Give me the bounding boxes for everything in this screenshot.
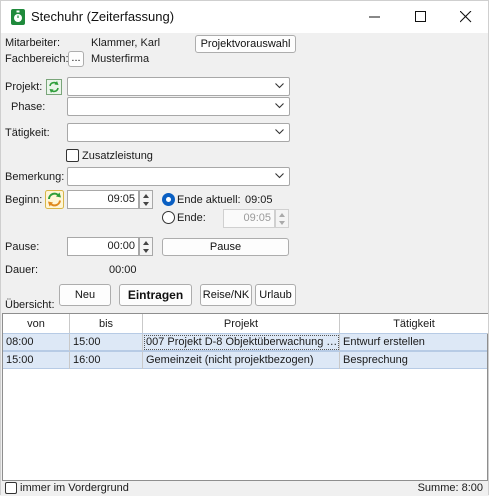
status-bar: immer im Vordergrund Summe: 8:00 — [1, 481, 488, 496]
eintragen-button[interactable]: Eintragen — [119, 284, 192, 306]
beginn-label: Beginn: — [5, 194, 43, 206]
beginn-time-spinner[interactable] — [139, 190, 153, 209]
column-header-bis[interactable]: bis — [70, 314, 143, 334]
projekt-combobox[interactable] — [67, 77, 290, 96]
mitarbeiter-value: Klammer, Karl — [91, 37, 161, 49]
projekt-label: Projekt: — [5, 81, 43, 93]
fachbereich-picker-button[interactable]: ... — [68, 51, 84, 67]
bemerkung-label: Bemerkung: — [5, 171, 65, 183]
dauer-value: 00:00 — [109, 264, 137, 276]
neu-button[interactable]: Neu — [59, 284, 111, 306]
immer-im-vordergrund-label: immer im Vordergrund — [20, 482, 129, 494]
spin-up-icon[interactable] — [143, 194, 149, 198]
column-header-taetigkeit[interactable]: Tätigkeit — [340, 314, 488, 334]
column-header-von[interactable]: von — [3, 314, 70, 334]
chevron-down-icon — [275, 173, 284, 179]
reset-time-icon[interactable] — [45, 190, 64, 209]
cell-taetigkeit: Besprechung — [343, 354, 408, 366]
close-button[interactable] — [443, 1, 489, 33]
ende-label: Ende: — [177, 212, 206, 224]
ende-time-spinner[interactable] — [275, 209, 289, 228]
title-bar[interactable]: Stechuhr (Zeiterfassung) — [1, 1, 488, 33]
cell-bis: 15:00 — [70, 334, 143, 351]
urlaub-button[interactable]: Urlaub — [255, 284, 296, 306]
cell-projekt: 007 Projekt D-8 Objektüberwachung Tiefga… — [143, 334, 340, 351]
table-row[interactable]: 08:00 15:00 007 Projekt D-8 Objektüberwa… — [3, 333, 487, 351]
minimize-button[interactable] — [352, 1, 398, 33]
maximize-button[interactable] — [398, 1, 444, 33]
ende-aktuell-radio[interactable] — [162, 193, 175, 206]
bemerkung-combobox[interactable] — [67, 167, 290, 186]
close-icon — [460, 11, 472, 23]
ende-time-field[interactable]: 09:05 — [223, 209, 275, 228]
projektvorauswahl-button[interactable]: Projektvorauswahl — [195, 35, 296, 53]
ende-aktuell-value: 09:05 — [245, 194, 273, 206]
spin-down-icon[interactable] — [279, 221, 285, 225]
table-row[interactable]: 15:00 16:00 Gemeinzeit (nicht projektbez… — [3, 351, 487, 369]
refresh-project-icon[interactable] — [46, 79, 62, 95]
window-title: Stechuhr (Zeiterfassung) — [31, 9, 175, 24]
taetigkeit-combobox[interactable] — [67, 123, 290, 142]
column-header-projekt[interactable]: Projekt — [143, 314, 340, 334]
chevron-down-icon — [275, 103, 284, 109]
immer-im-vordergrund-checkbox[interactable] — [5, 482, 17, 494]
phase-label: Phase: — [11, 101, 46, 113]
uebersicht-table[interactable]: von bis Projekt Tätigkeit 08:00 15:00 00… — [2, 313, 488, 481]
pause-time-spinner[interactable] — [139, 237, 153, 256]
pause-button[interactable]: Pause — [162, 238, 289, 256]
uebersicht-label: Übersicht: — [5, 299, 55, 311]
ende-radio[interactable] — [162, 211, 175, 224]
ende-aktuell-label: Ende aktuell: — [177, 194, 241, 206]
summe-label: Summe: 8:00 — [417, 482, 483, 494]
zusatzleistung-checkbox[interactable] — [66, 149, 79, 162]
pause-time-field[interactable]: 00:00 — [67, 237, 139, 256]
taetigkeit-label: Tätigkeit: — [5, 127, 50, 139]
cell-von: 08:00 — [3, 334, 70, 351]
app-window: Stechuhr (Zeiterfassung) Mitarbeiter: Kl… — [0, 0, 489, 496]
spin-up-icon[interactable] — [143, 241, 149, 245]
mitarbeiter-label: Mitarbeiter: — [5, 37, 61, 49]
minimize-icon — [369, 16, 380, 18]
reise-nk-button[interactable]: Reise/NK — [200, 284, 252, 306]
dauer-label: Dauer: — [5, 264, 39, 276]
stopwatch-icon — [11, 9, 25, 25]
chevron-down-icon — [275, 83, 284, 89]
chevron-down-icon — [275, 129, 284, 135]
zusatzleistung-label: Zusatzleistung — [82, 150, 153, 162]
maximize-icon — [415, 11, 426, 22]
spin-down-icon[interactable] — [143, 249, 149, 253]
pause-label: Pause: — [5, 241, 40, 253]
spin-down-icon[interactable] — [143, 202, 149, 206]
beginn-time-field[interactable]: 09:05 — [67, 190, 139, 209]
cell-taetigkeit: Entwurf erstellen — [343, 336, 425, 348]
phase-combobox[interactable] — [67, 97, 290, 116]
fachbereich-value: Musterfirma — [91, 53, 150, 65]
cell-von: 15:00 — [3, 352, 70, 369]
spin-up-icon[interactable] — [279, 213, 285, 217]
cell-bis: 16:00 — [70, 352, 143, 369]
cell-projekt: Gemeinzeit (nicht projektbezogen) — [143, 352, 340, 369]
fachbereich-label: Fachbereich: — [5, 53, 69, 65]
